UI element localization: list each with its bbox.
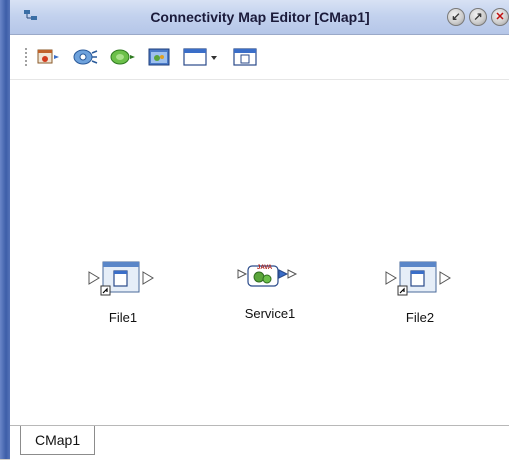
window-dropdown-icon [183,48,217,66]
canvas-node-file2[interactable]: File2 [365,256,475,325]
tab-bar: CMap1 [10,425,509,460]
svg-text:JAVA: JAVA [257,265,273,271]
java-service-icon: JAVA [237,265,298,287]
add-service-button[interactable] [146,45,172,69]
window-left-border [0,0,10,459]
database-icon [110,49,135,65]
canvas-node-service1[interactable]: JAVA Service1 [215,252,325,321]
toolbar [10,35,509,80]
maximize-icon[interactable]: ↗ [469,8,487,26]
minimize-icon[interactable]: ↙ [447,8,465,26]
external-system-dropdown-button[interactable] [182,45,220,69]
service-icon [148,48,170,66]
editor-icon [24,10,37,20]
file-application-icon [385,261,451,296]
canvas-node-file1[interactable]: File1 [68,256,178,325]
web-service-icon [73,49,98,65]
node-label: Service1 [244,306,296,321]
tab-cmap1[interactable]: CMap1 [20,426,96,455]
add-database-button[interactable] [108,45,136,69]
close-icon[interactable]: ✕ [491,8,509,26]
external-application-icon [37,49,59,64]
toolbar-grip[interactable] [24,47,28,67]
add-external-application-button[interactable] [36,45,62,69]
window-title: Connectivity Map Editor [CMap1] [150,9,370,25]
connectivity-map-canvas[interactable]: File1 JAVA Service1 File2 [10,80,509,425]
file-app-icon [233,48,257,66]
connectivity-map-editor-window: Connectivity Map Editor [CMap1] ↙ ↗ ✕ Fi… [0,0,509,460]
add-web-service-button[interactable] [70,45,100,69]
node-label: File1 [108,310,138,325]
add-file-button[interactable] [232,45,258,69]
node-label: File2 [405,310,435,325]
title-bar[interactable]: Connectivity Map Editor [CMap1] ↙ ↗ ✕ [10,0,509,35]
file-application-icon [88,261,154,296]
